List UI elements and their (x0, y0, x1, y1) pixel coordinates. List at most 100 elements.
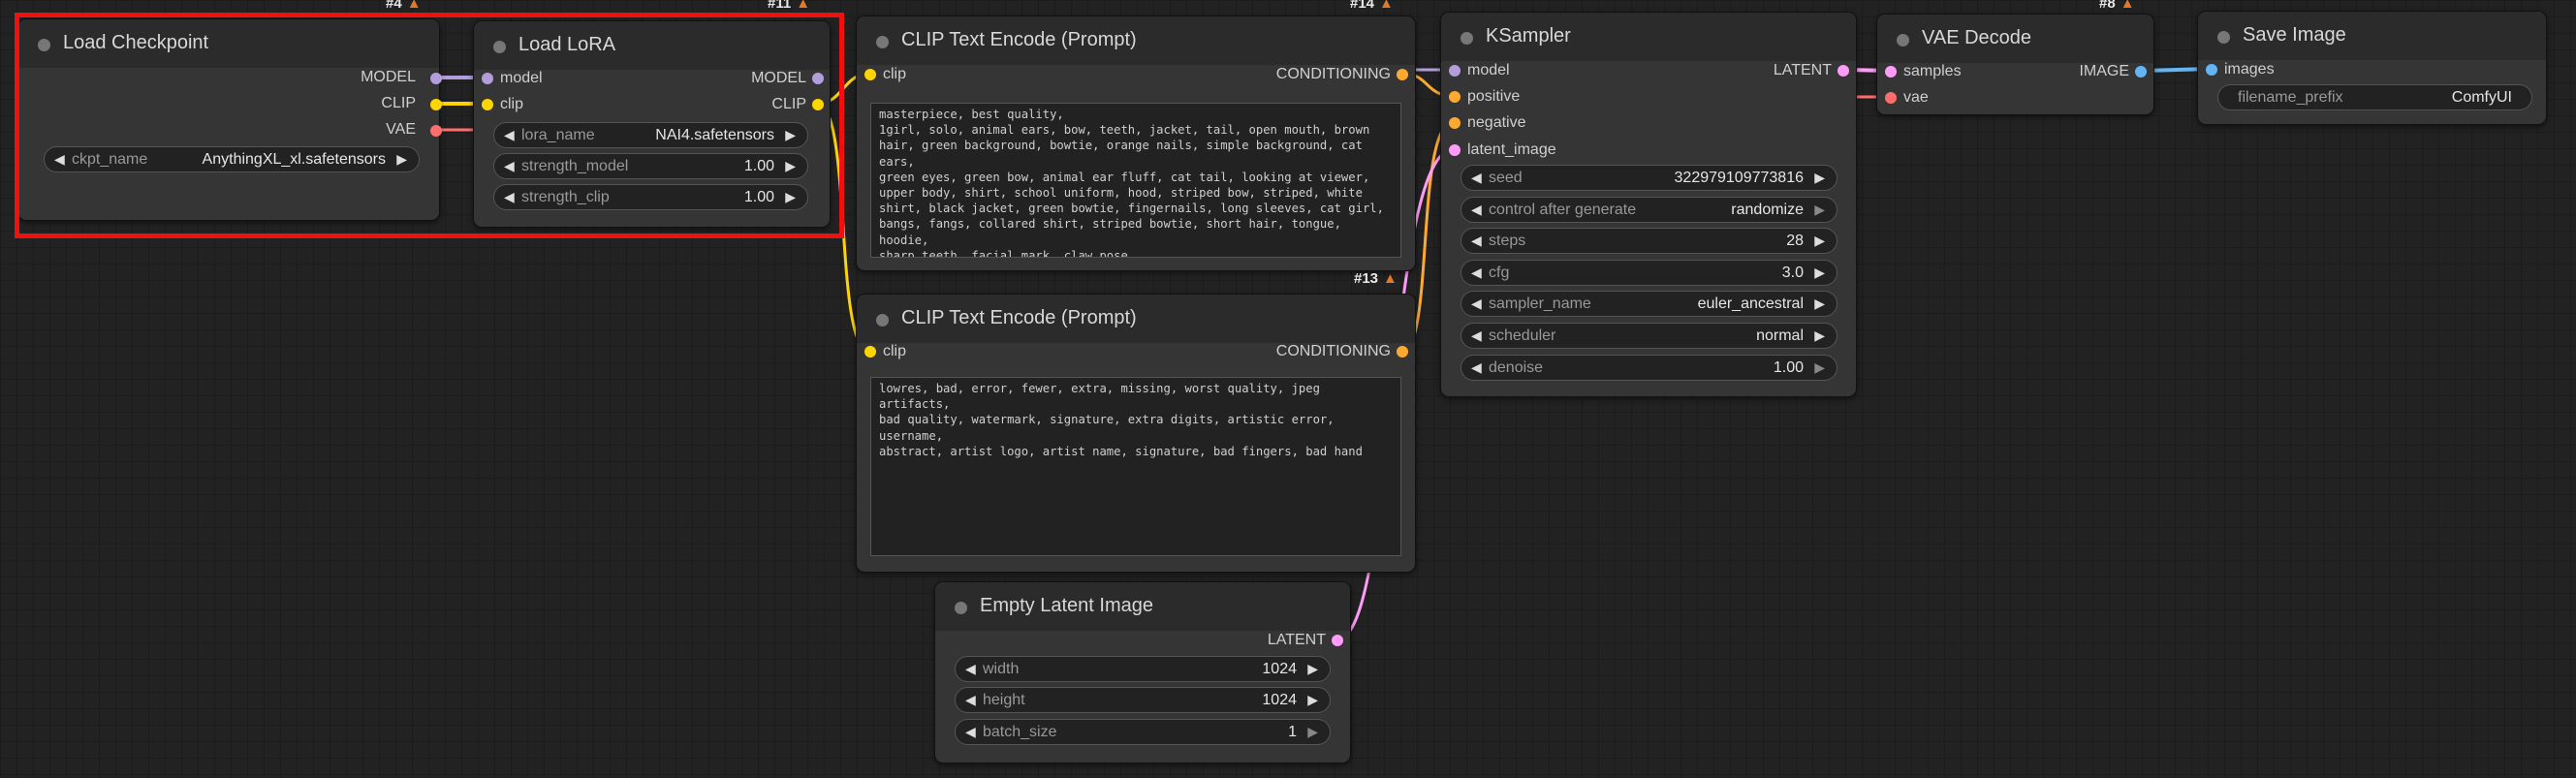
input-label-clip: clip (883, 66, 907, 82)
node-clip-negative[interactable]: CLIP Text Encode (Prompt) clip CONDITION… (856, 294, 1416, 573)
right-arrow-icon[interactable]: ▶ (1814, 296, 1825, 312)
output-slot-latent[interactable] (1838, 65, 1849, 77)
node-clip-positive[interactable]: CLIP Text Encode (Prompt) clip CONDITION… (856, 16, 1416, 271)
batch-size-number[interactable]: ◀ batch_size 1 ▶ (955, 719, 1331, 745)
node-title: Save Image (2243, 24, 2346, 46)
input-slot-images[interactable] (2206, 64, 2217, 76)
fox-icon: ▲ (1379, 0, 1394, 12)
fox-icon: ▲ (796, 0, 811, 12)
right-arrow-icon[interactable]: ▶ (1814, 233, 1825, 249)
output-slot-latent[interactable] (1332, 635, 1343, 646)
right-arrow-icon[interactable]: ▶ (1814, 202, 1825, 218)
fox-icon: ▲ (1383, 270, 1398, 287)
input-label-vae: vae (1903, 89, 1929, 106)
widget-value: normal (1756, 327, 1804, 344)
left-arrow-icon[interactable]: ◀ (1471, 233, 1482, 249)
widget-value: ComfyUI (2451, 89, 2512, 106)
height-number[interactable]: ◀ height 1024 ▶ (955, 687, 1331, 713)
left-arrow-icon[interactable]: ◀ (1471, 265, 1482, 281)
left-arrow-icon[interactable]: ◀ (1471, 170, 1482, 186)
width-number[interactable]: ◀ width 1024 ▶ (955, 656, 1331, 682)
sampler-name-combo[interactable]: ◀ sampler_name euler_ancestral ▶ (1461, 291, 1838, 317)
node-save-image[interactable]: Save Image images filename_prefix ComfyU… (2197, 11, 2547, 125)
output-slot-conditioning[interactable] (1397, 69, 1408, 80)
node-title: CLIP Text Encode (Prompt) (901, 29, 1137, 50)
badge-id: #11 (768, 0, 792, 12)
input-slot-negative[interactable] (1449, 117, 1461, 129)
collapse-icon[interactable] (1897, 34, 1909, 47)
node-badge-negative: #13 ▲ (1354, 270, 1398, 287)
node-ksampler[interactable]: KSampler model positive negative latent_… (1440, 12, 1857, 397)
cfg-number[interactable]: ◀ cfg 3.0 ▶ (1461, 260, 1838, 286)
widget-name: width (983, 661, 1020, 677)
widget-name: cfg (1489, 265, 1510, 281)
right-arrow-icon[interactable]: ▶ (1814, 170, 1825, 186)
node-title: KSampler (1486, 25, 1571, 47)
input-label-positive: positive (1467, 88, 1521, 105)
left-arrow-icon[interactable]: ◀ (1471, 202, 1482, 218)
steps-number[interactable]: ◀ steps 28 ▶ (1461, 228, 1838, 254)
collapse-icon[interactable] (955, 602, 967, 614)
right-arrow-icon[interactable]: ▶ (1814, 359, 1825, 376)
seed-number[interactable]: ◀ seed 322979109773816 ▶ (1461, 165, 1838, 191)
left-arrow-icon[interactable]: ◀ (1471, 359, 1482, 376)
badge-id: #13 (1354, 270, 1379, 287)
badge-id: #8 (2099, 0, 2116, 12)
collapse-icon[interactable] (1461, 32, 1473, 45)
widget-name: seed (1489, 170, 1523, 186)
widget-value: euler_ancestral (1697, 296, 1804, 312)
left-arrow-icon[interactable]: ◀ (965, 724, 976, 740)
left-arrow-icon[interactable]: ◀ (965, 692, 976, 708)
widget-name: filename_prefix (2238, 89, 2343, 106)
node-badge-vae-decode: #8 ▲ (2099, 0, 2135, 12)
collapse-icon[interactable] (876, 36, 889, 48)
input-label-model: model (1467, 62, 1510, 78)
node-empty-latent-image[interactable]: Empty Latent Image LATENT ◀ width 1024 ▶… (934, 581, 1351, 763)
denoise-number[interactable]: ◀ denoise 1.00 ▶ (1461, 355, 1838, 381)
fox-icon: ▲ (406, 0, 422, 12)
right-arrow-icon[interactable]: ▶ (1307, 724, 1318, 740)
widget-name: scheduler (1489, 327, 1556, 344)
input-label-latent-image: latent_image (1467, 141, 1556, 158)
collapse-icon[interactable] (876, 314, 889, 327)
prompt-text-area[interactable]: masterpiece, best quality, 1girl, solo, … (870, 103, 1401, 258)
widget-value: 1024 (1262, 692, 1297, 708)
node-vae-decode[interactable]: VAE Decode samples vae IMAGE (1876, 14, 2154, 115)
node-badge-checkpoint: #4 ▲ (386, 0, 422, 12)
input-slot-model[interactable] (1449, 65, 1461, 77)
widget-name: control after generate (1489, 202, 1637, 218)
filename-prefix-text[interactable]: filename_prefix ComfyUI (2217, 84, 2532, 110)
right-arrow-icon[interactable]: ▶ (1814, 327, 1825, 344)
output-label-latent: LATENT (1773, 62, 1832, 78)
widget-value: 322979109773816 (1674, 170, 1804, 186)
input-slot-vae[interactable] (1885, 92, 1897, 104)
left-arrow-icon[interactable]: ◀ (1471, 296, 1482, 312)
control-after-generate-combo[interactable]: ◀ control after generate randomize ▶ (1461, 197, 1838, 223)
left-arrow-icon[interactable]: ◀ (1471, 327, 1482, 344)
output-slot-image[interactable] (2135, 66, 2147, 78)
input-slot-samples[interactable] (1885, 66, 1897, 78)
node-title: VAE Decode (1922, 27, 2032, 48)
output-label-image: IMAGE (2079, 63, 2129, 79)
input-slot-positive[interactable] (1449, 91, 1461, 103)
input-label-samples: samples (1903, 63, 1962, 79)
right-arrow-icon[interactable]: ▶ (1307, 692, 1318, 708)
output-slot-conditioning[interactable] (1397, 346, 1408, 358)
widget-value: 1 (1288, 724, 1297, 740)
widget-name: steps (1489, 233, 1526, 249)
widget-value: 1024 (1262, 661, 1297, 677)
scheduler-combo[interactable]: ◀ scheduler normal ▶ (1461, 323, 1838, 349)
input-slot-clip[interactable] (864, 346, 876, 358)
input-slot-clip[interactable] (864, 69, 876, 80)
output-label-conditioning: CONDITIONING (1275, 66, 1391, 82)
widget-value: 3.0 (1781, 265, 1804, 281)
badge-id: #4 (386, 0, 402, 12)
collapse-icon[interactable] (2217, 31, 2230, 44)
right-arrow-icon[interactable]: ▶ (1814, 265, 1825, 281)
widget-value: randomize (1731, 202, 1804, 218)
widget-name: height (983, 692, 1025, 708)
right-arrow-icon[interactable]: ▶ (1307, 661, 1318, 677)
input-slot-latent-image[interactable] (1449, 144, 1461, 156)
left-arrow-icon[interactable]: ◀ (965, 661, 976, 677)
prompt-text-area[interactable]: lowres, bad, error, fewer, extra, missin… (870, 377, 1401, 556)
